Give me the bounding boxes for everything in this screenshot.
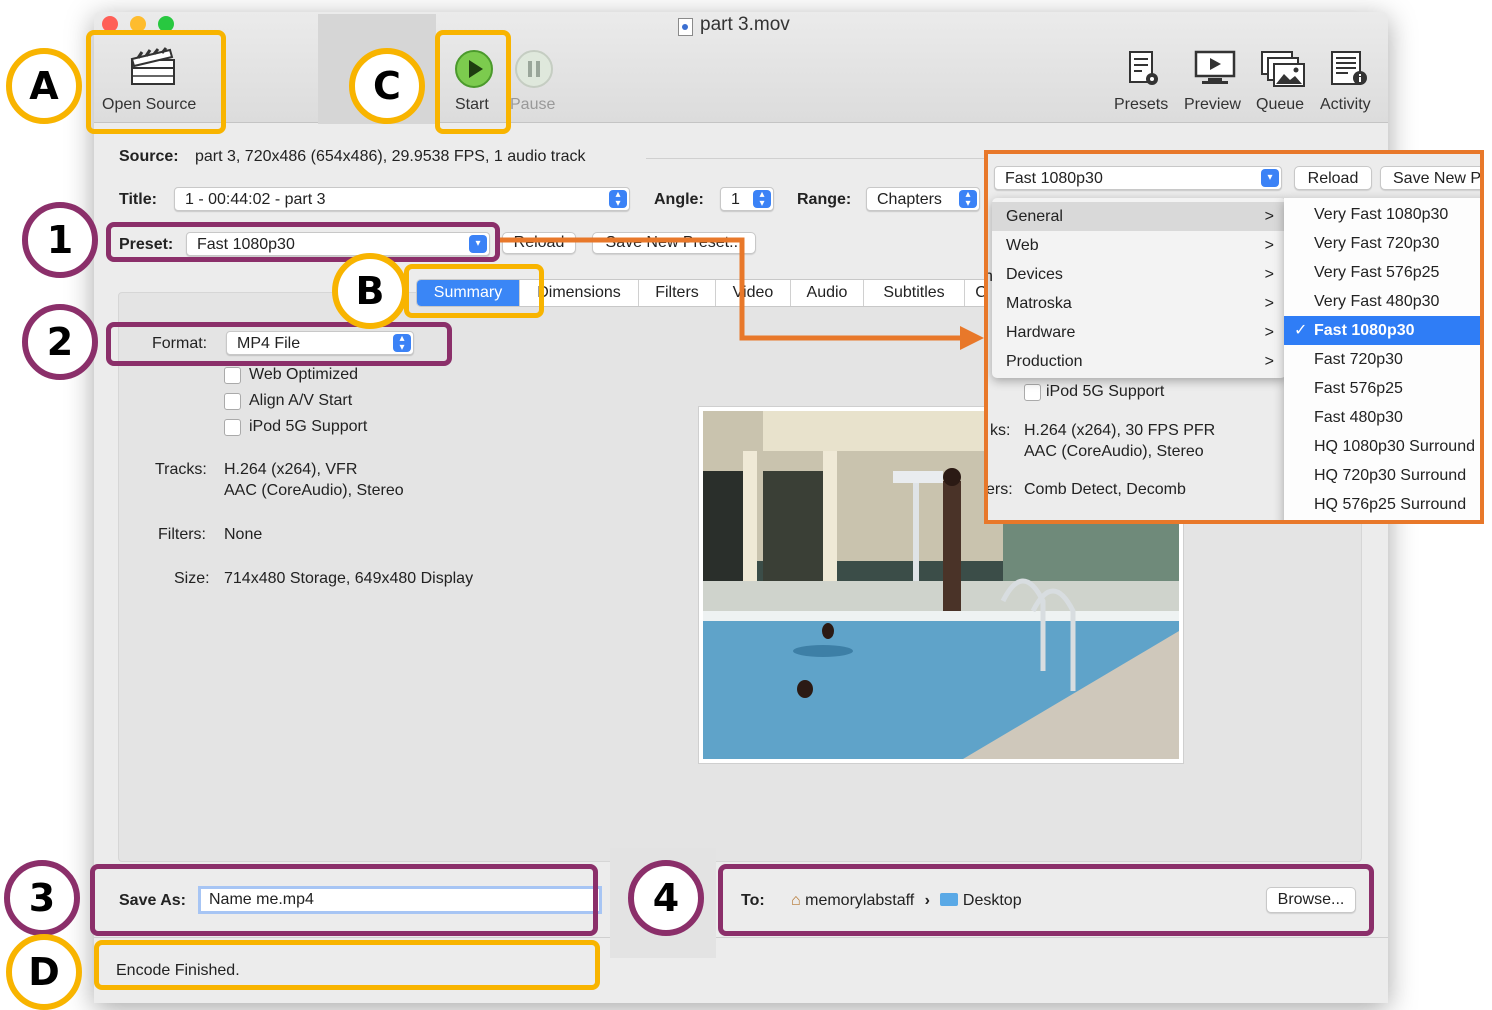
callout-1: 1 [22, 202, 98, 278]
highlight-open-source [86, 30, 226, 134]
highlight-start [435, 30, 511, 134]
highlight-format [106, 322, 452, 366]
callout-4: 4 [628, 860, 704, 936]
callout-arrow [498, 237, 984, 350]
callout-2: 2 [22, 304, 98, 380]
callout-c: C [349, 48, 425, 124]
highlight-status [94, 940, 600, 990]
callout-d: D [6, 934, 82, 1010]
callout-a: A [6, 48, 82, 124]
callout-3: 3 [4, 860, 80, 936]
highlight-preset [106, 222, 500, 262]
highlight-save-as [90, 864, 598, 936]
highlight-destination [718, 864, 1374, 936]
highlight-summary-tab [404, 264, 544, 318]
callout-b: B [332, 253, 408, 329]
